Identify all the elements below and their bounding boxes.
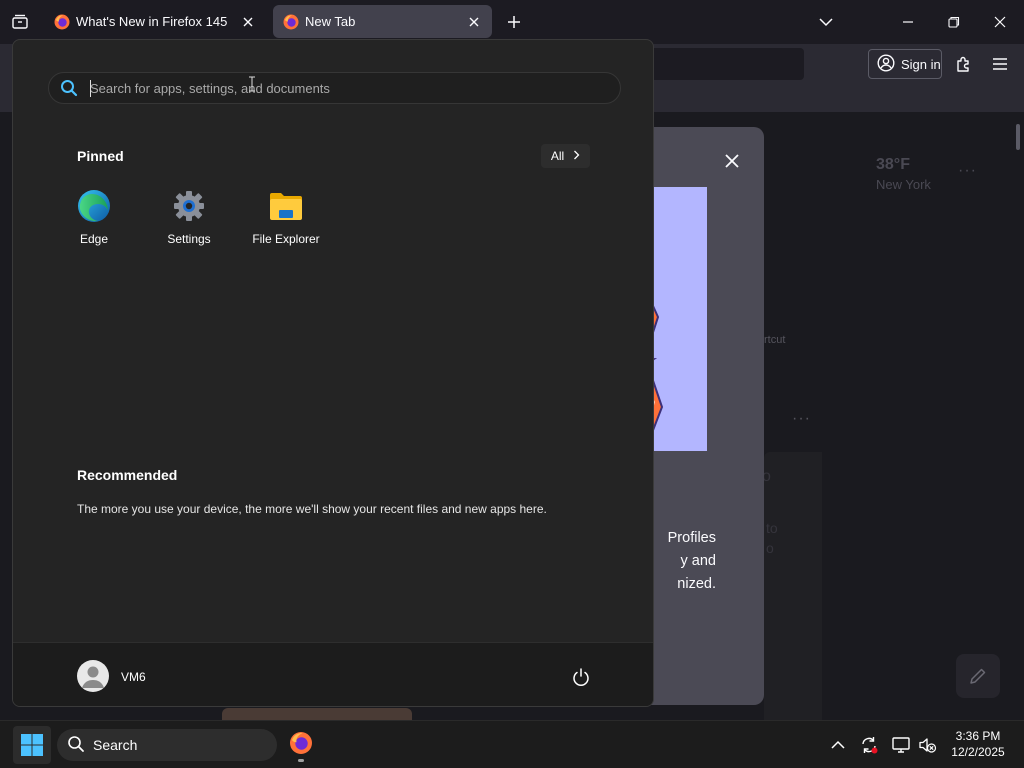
edge-icon: [76, 188, 112, 224]
new-tab-plus-icon[interactable]: [504, 12, 524, 32]
tab-whats-new[interactable]: What's New in Firefox 145: [44, 5, 266, 38]
taskbar: Search 3:36 PM 12/2/2025: [0, 720, 1024, 768]
browser-tab-bar: What's New in Firefox 145 New Tab: [0, 0, 1024, 44]
running-indicator: [298, 759, 304, 762]
start-menu-footer: VM6: [13, 642, 653, 706]
close-icon[interactable]: [466, 14, 482, 30]
user-name[interactable]: VM6: [121, 670, 146, 684]
tab-list-icon[interactable]: [8, 11, 32, 33]
all-apps-label: All: [550, 149, 565, 163]
chevron-up-icon[interactable]: [828, 735, 848, 755]
start-search-box[interactable]: [48, 72, 621, 104]
start-menu: Pinned All Edge: [12, 39, 654, 707]
network-icon[interactable]: [891, 735, 911, 755]
close-icon[interactable]: [240, 14, 256, 30]
more-options-icon[interactable]: ···: [792, 410, 811, 428]
extensions-icon[interactable]: [954, 54, 974, 74]
app-label: File Explorer: [252, 232, 320, 246]
tab-title: What's New in Firefox 145: [76, 14, 228, 29]
wallpaper-thumbnail: [222, 708, 412, 720]
tab-new-tab[interactable]: New Tab: [273, 5, 492, 38]
clock-date: 12/2/2025: [951, 745, 1005, 759]
pinned-section-title: Pinned: [77, 148, 124, 164]
more-options-icon[interactable]: ···: [958, 162, 977, 180]
chevron-right-icon: [573, 149, 580, 163]
all-apps-button[interactable]: All: [541, 144, 590, 168]
app-label: Settings: [167, 232, 211, 246]
text-caret: [90, 80, 91, 97]
hamburger-menu-icon[interactable]: [990, 54, 1010, 74]
add-shortcut-label: rtcut: [764, 334, 786, 346]
story-card[interactable]: [764, 452, 822, 720]
tab-title: New Tab: [305, 14, 356, 29]
sign-in-button[interactable]: Sign in: [868, 49, 942, 79]
clock-time: 3:36 PM: [955, 729, 1001, 743]
pinned-app-file-explorer[interactable]: File Explorer: [241, 188, 331, 254]
volume-muted-icon[interactable]: [917, 735, 937, 755]
taskbar-firefox-button[interactable]: [285, 726, 317, 764]
weather-temperature: 38°F: [876, 156, 910, 173]
firefox-icon: [289, 731, 313, 760]
start-search-input[interactable]: [90, 80, 620, 96]
windows-start-icon[interactable]: [13, 726, 51, 764]
taskbar-search-box[interactable]: Search: [57, 729, 277, 761]
recommended-section-title: Recommended: [77, 467, 178, 483]
firefox-icon: [54, 14, 70, 30]
recommended-empty-text: The more you use your device, the more w…: [77, 502, 547, 516]
system-clock[interactable]: 3:36 PM 12/2/2025: [944, 728, 1012, 760]
pencil-icon[interactable]: [956, 654, 1000, 698]
search-icon: [67, 735, 85, 756]
sync-icon[interactable]: [859, 735, 879, 755]
firefox-icon: [283, 14, 299, 30]
scrollbar[interactable]: [1016, 124, 1020, 150]
ibeam-cursor-icon: [249, 76, 255, 92]
user-avatar[interactable]: [77, 660, 109, 692]
weather-city: New York: [876, 177, 931, 192]
account-icon: [877, 53, 895, 75]
folder-icon: [268, 188, 304, 224]
restore-icon[interactable]: [944, 12, 964, 32]
power-icon[interactable]: [569, 665, 593, 689]
pinned-app-edge[interactable]: Edge: [49, 188, 139, 254]
app-label: Edge: [79, 232, 109, 246]
card-text-fragment: to: [766, 520, 778, 536]
card-text-fragment: o: [766, 540, 774, 556]
close-icon[interactable]: [720, 149, 744, 173]
gear-icon: [171, 188, 207, 224]
pinned-app-settings[interactable]: Settings: [144, 188, 234, 254]
sign-in-label: Sign in: [901, 56, 941, 72]
search-icon: [59, 78, 79, 98]
chevron-down-icon[interactable]: [816, 12, 836, 32]
window-close-icon[interactable]: [990, 12, 1010, 32]
taskbar-search-label: Search: [93, 737, 138, 753]
minimize-icon[interactable]: [898, 12, 918, 32]
